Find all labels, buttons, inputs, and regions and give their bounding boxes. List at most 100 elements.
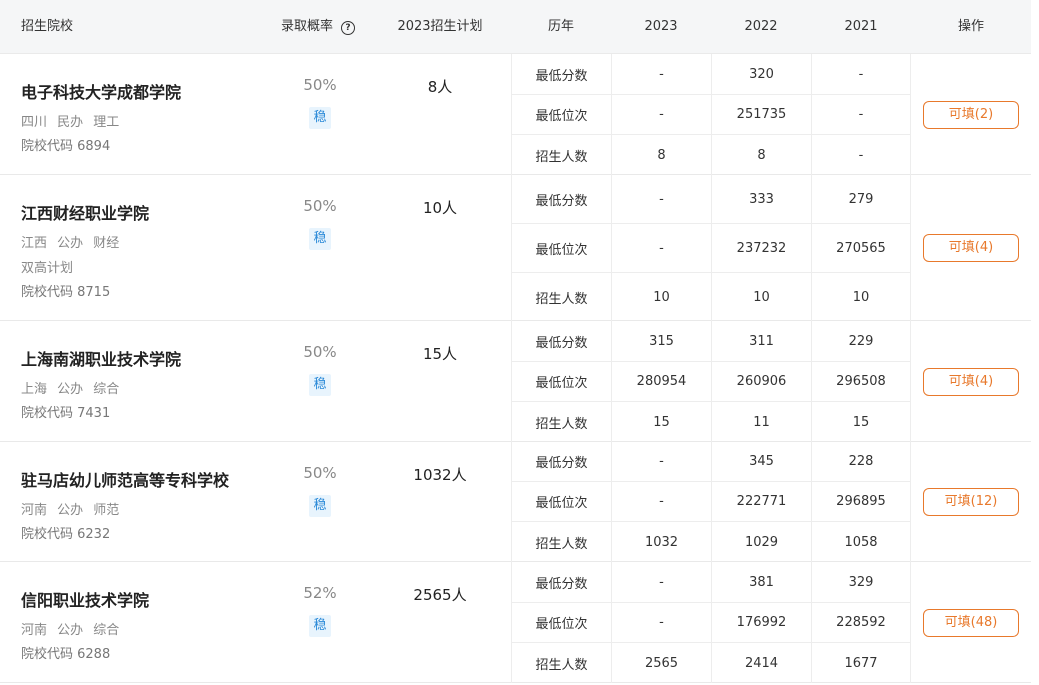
school-tags: 四川 民办 理工 (21, 115, 120, 130)
stats-value: 1032 (611, 522, 711, 562)
school-tags: 上海 公办 综合 (21, 382, 120, 397)
stats-value: 345 (711, 442, 811, 481)
school-name[interactable]: 江西财经职业学院 (21, 200, 149, 224)
header-probability-label: 录取概率 (281, 19, 334, 34)
stats-value: - (811, 95, 911, 134)
school-row: 江西财经职业学院 江西 公办 财经 双高计划 院校代码 8715 50% 稳 10人 最低分数… (0, 175, 1031, 321)
stats-value: - (611, 224, 711, 272)
stats-value: 329 (811, 562, 911, 602)
stats-row: 招生人数 15 11 15 (511, 402, 911, 442)
help-icon[interactable]: ? (341, 21, 356, 35)
stats-label: 招生人数 (511, 273, 611, 321)
table-header: 招生院校 录取概率? 2023招生计划 历年 2023 2022 2021 操作 (0, 0, 1031, 54)
stats-row: 最低分数 -333 279 (511, 175, 911, 224)
history-stats: 最低分数 -320- 最低位次 -251735- 招生人数 8 8- (511, 54, 911, 175)
stats-value: 8 (711, 135, 811, 175)
stats-row: 最低分数 -381 329 (511, 562, 911, 603)
stats-label: 最低分数 (511, 442, 611, 481)
header-year-2023: 2023 (644, 19, 678, 34)
fill-button[interactable]: 可填(12) (923, 488, 1019, 516)
stats-value: 1029 (711, 522, 811, 562)
stability-badge: 稳 (309, 228, 331, 250)
stats-label: 招生人数 (511, 135, 611, 175)
stats-value: 251735 (711, 95, 811, 134)
fill-button[interactable]: 可填(2) (923, 101, 1019, 129)
history-stats: 最低分数 315 311 229 最低位次 280954 260906 296508 招生人数 1… (511, 321, 911, 442)
stats-value: 1677 (811, 643, 911, 683)
stats-value: 15 (811, 402, 911, 442)
stats-label: 最低位次 (511, 224, 611, 272)
school-code: 院校代码 6894 (21, 139, 111, 154)
header-year-2022: 2022 (744, 19, 778, 34)
stats-label: 最低位次 (511, 95, 611, 134)
school-row: 电子科技大学成都学院 四川 民办 理工 院校代码 6894 50% 稳 8人 最低分数 -32… (0, 54, 1031, 175)
stats-label: 最低分数 (511, 175, 611, 223)
header-year-2021: 2021 (844, 19, 878, 34)
admission-probability: 50% (303, 197, 337, 215)
stability-badge: 稳 (309, 374, 331, 396)
school-tags: 河南 公办 综合 (21, 623, 120, 638)
stats-row: 招生人数 1032 1029 1058 (511, 522, 911, 562)
history-stats: 最低分数 -345 228 最低位次 -222771 296895 招生人数 1032 1029… (511, 442, 911, 562)
stats-row: 最低位次 280954 260906 296508 (511, 362, 911, 402)
fill-button[interactable]: 可填(4) (923, 234, 1019, 262)
stats-value: 228 (811, 442, 911, 481)
school-extra-tag: 双高计划 (21, 261, 74, 276)
school-list: 电子科技大学成都学院 四川 民办 理工 院校代码 6894 50% 稳 8人 最低分数 -32… (0, 54, 1031, 683)
stats-value: 11 (711, 402, 811, 442)
stats-label: 最低分数 (511, 54, 611, 94)
stats-value: 2414 (711, 643, 811, 683)
school-tags: 河南 公办 师范 (21, 503, 120, 518)
header-plan: 2023招生计划 (397, 19, 483, 34)
school-name[interactable]: 驻马店幼儿师范高等专科学校 (21, 467, 229, 491)
stats-value: 2565 (611, 643, 711, 683)
header-probability: 录取概率? (281, 0, 356, 54)
stats-label: 招生人数 (511, 643, 611, 683)
fill-button[interactable]: 可填(4) (923, 368, 1019, 396)
stats-value: 296895 (811, 482, 911, 521)
stats-value: 10 (711, 273, 811, 321)
stats-row: 最低分数 -320- (511, 54, 911, 95)
stats-label: 最低位次 (511, 603, 611, 642)
stats-value: 10 (811, 273, 911, 321)
school-code: 院校代码 8715 (21, 285, 111, 300)
history-stats: 最低分数 -333 279 最低位次 -237232 270565 招生人数 10 10 10 (511, 175, 911, 321)
stats-row: 最低分数 315 311 229 (511, 321, 911, 362)
school-row: 上海南湖职业技术学院 上海 公办 综合 院校代码 7431 50% 稳 15人 最低分数 31… (0, 321, 1031, 442)
stats-value: 279 (811, 175, 911, 223)
school-name[interactable]: 信阳职业技术学院 (21, 587, 149, 611)
stats-label: 最低位次 (511, 362, 611, 401)
stats-value: 228592 (811, 603, 911, 642)
enrollment-plan: 1032人 (413, 466, 467, 484)
stats-value: 15 (611, 402, 711, 442)
school-name[interactable]: 上海南湖职业技术学院 (21, 346, 181, 370)
admission-probability: 50% (303, 343, 337, 361)
fill-button[interactable]: 可填(48) (923, 609, 1019, 637)
stats-label: 招生人数 (511, 522, 611, 562)
stats-value: 311 (711, 321, 811, 361)
school-code: 院校代码 6232 (21, 527, 111, 542)
school-tags: 江西 公办 财经 (21, 236, 120, 251)
stats-value: 229 (811, 321, 911, 361)
stats-value: 381 (711, 562, 811, 602)
school-row: 信阳职业技术学院 河南 公办 综合 院校代码 6288 52% 稳 2565人 最低分数 -3… (0, 562, 1031, 683)
stats-value: 260906 (711, 362, 811, 401)
stats-value: 280954 (611, 362, 711, 401)
stats-value: - (611, 562, 711, 602)
header-school: 招生院校 (21, 19, 74, 34)
stats-row: 最低位次 -222771 296895 (511, 482, 911, 522)
stats-value: 296508 (811, 362, 911, 401)
stats-value: 222771 (711, 482, 811, 521)
stats-label: 最低分数 (511, 321, 611, 361)
school-table: 招生院校 录取概率? 2023招生计划 历年 2023 2022 2021 操作… (0, 0, 1031, 683)
school-code: 院校代码 6288 (21, 647, 111, 662)
stats-value: 320 (711, 54, 811, 94)
stats-row: 最低位次 -176992 228592 (511, 603, 911, 643)
stats-row: 最低位次 -237232 270565 (511, 224, 911, 273)
stats-row: 最低位次 -251735- (511, 95, 911, 135)
stats-label: 最低位次 (511, 482, 611, 521)
stats-value: 176992 (711, 603, 811, 642)
school-name[interactable]: 电子科技大学成都学院 (21, 79, 181, 103)
stats-row: 招生人数 10 10 10 (511, 273, 911, 321)
stability-badge: 稳 (309, 495, 331, 517)
